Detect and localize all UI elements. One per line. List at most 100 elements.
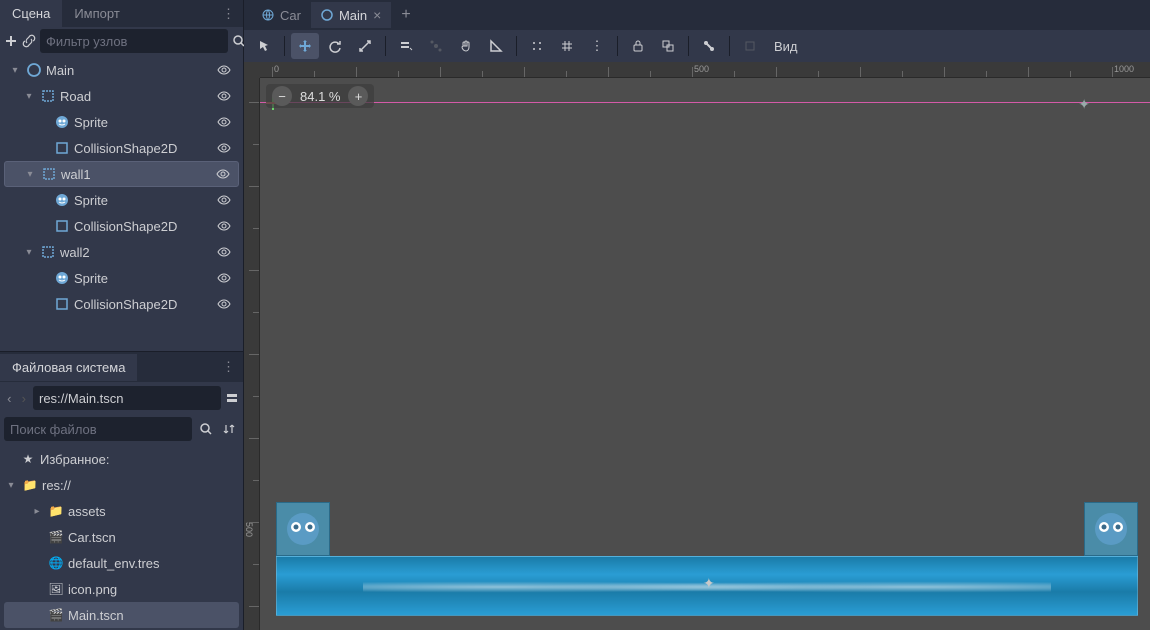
visibility-toggle[interactable]	[217, 141, 239, 155]
tree-node-collisionshape2d[interactable]: CollisionShape2D	[4, 135, 239, 161]
visibility-toggle[interactable]	[217, 89, 239, 103]
tree-node-wall1[interactable]: ▾ wall1	[4, 161, 239, 187]
select-mode-button[interactable]	[250, 33, 278, 59]
fs-item-icon-png[interactable]: 🖼icon.png	[4, 576, 239, 602]
node-label: Sprite	[74, 271, 217, 286]
guide-line[interactable]	[260, 102, 1150, 103]
filter-nodes-input[interactable]	[40, 29, 228, 53]
expand-toggle[interactable]: ▾	[23, 169, 37, 180]
godot-icon	[283, 509, 323, 549]
search-files-input[interactable]	[4, 417, 192, 441]
expand-toggle[interactable]: ▾	[22, 247, 36, 258]
snap-options-button[interactable]: ⋮	[583, 33, 611, 59]
ruler-label: 0	[274, 64, 279, 74]
lock-select-button[interactable]	[422, 33, 450, 59]
group-button[interactable]	[654, 33, 682, 59]
add-scene-tab[interactable]: +	[391, 2, 420, 28]
zoom-level[interactable]: 84.1 %	[300, 89, 340, 104]
expand-toggle[interactable]: ▾	[8, 65, 22, 76]
list-select-button[interactable]	[392, 33, 420, 59]
ruler-mode-button[interactable]	[482, 33, 510, 59]
tree-node-collisionshape2d[interactable]: CollisionShape2D	[4, 213, 239, 239]
ruler-horizontal[interactable]: 0 500 1000	[260, 62, 1150, 78]
filesystem-menu-icon[interactable]: ⋮	[214, 359, 243, 375]
pan-mode-button[interactable]	[452, 33, 480, 59]
expand-toggle[interactable]: ▾	[4, 480, 18, 491]
scene-tab-car[interactable]: Car	[252, 3, 311, 28]
wall2-sprite[interactable]	[1084, 502, 1138, 556]
move-mode-button[interactable]	[291, 33, 319, 59]
tree-node-main[interactable]: ▾ Main	[4, 57, 239, 83]
ruler-label: 1000	[1114, 64, 1134, 74]
tree-node-road[interactable]: ▾Road	[4, 83, 239, 109]
search-files-icon[interactable]	[196, 416, 216, 442]
panel-menu-icon[interactable]: ⋮	[214, 6, 243, 22]
godot-icon	[1091, 509, 1131, 549]
ruler-vertical[interactable]: 500	[244, 78, 260, 630]
tree-node-wall2[interactable]: ▾wall2	[4, 239, 239, 265]
close-tab-icon[interactable]: ×	[373, 7, 381, 23]
grid-snap-button[interactable]	[553, 33, 581, 59]
expand-toggle[interactable]: ▸	[30, 506, 44, 517]
fs-item-label: icon.png	[68, 582, 117, 597]
link-node-button[interactable]	[22, 28, 36, 54]
view-menu[interactable]: Вид	[766, 39, 806, 54]
tab-import[interactable]: Импорт	[62, 0, 131, 27]
visibility-toggle[interactable]	[216, 167, 238, 181]
node-label: CollisionShape2D	[74, 297, 217, 312]
zoom-in-button[interactable]: +	[348, 86, 368, 106]
fs-item-assets[interactable]: ▸📁assets	[4, 498, 239, 524]
node-label: CollisionShape2D	[74, 141, 217, 156]
visibility-toggle[interactable]	[217, 193, 239, 207]
visibility-toggle[interactable]	[217, 219, 239, 233]
static-icon	[40, 244, 56, 260]
lock-button[interactable]	[624, 33, 652, 59]
viewport[interactable]: 0 500 1000 500 − 84.1 % + ✦ ✦	[244, 62, 1150, 630]
transform-handle[interactable]: ✦	[1078, 96, 1090, 113]
bone-button[interactable]	[695, 33, 723, 59]
road-sprite[interactable]: ✦	[276, 556, 1138, 616]
visibility-toggle[interactable]	[217, 115, 239, 129]
folder-icon: 📁	[22, 477, 38, 493]
sort-files-button[interactable]	[220, 416, 240, 442]
node-label: wall1	[61, 167, 216, 182]
wall1-sprite[interactable]	[276, 502, 330, 556]
node2d-icon	[321, 9, 333, 21]
tree-node-sprite[interactable]: Sprite	[4, 109, 239, 135]
path-forward-button[interactable]: ›	[19, 386, 30, 410]
road-center-handle[interactable]: ✦	[703, 575, 715, 592]
fs-item-main-tscn[interactable]: 🎬Main.tscn	[4, 602, 239, 628]
scene-tab-main[interactable]: Main ×	[311, 2, 391, 28]
path-back-button[interactable]: ‹	[4, 386, 15, 410]
fs-item-car-tscn[interactable]: 🎬Car.tscn	[4, 524, 239, 550]
static-icon	[40, 88, 56, 104]
res-root-row[interactable]: ▾ 📁 res://	[4, 472, 239, 498]
visibility-toggle[interactable]	[217, 245, 239, 259]
visibility-toggle[interactable]	[217, 271, 239, 285]
tree-node-sprite[interactable]: Sprite	[4, 265, 239, 291]
res-root-label: res://	[42, 478, 71, 493]
expand-toggle[interactable]: ▾	[22, 91, 36, 102]
fs-item-default_env-tres[interactable]: 🌐default_env.tres	[4, 550, 239, 576]
tab-main-label: Main	[339, 8, 367, 23]
scene-tree[interactable]: ▾Main▾RoadSpriteCollisionShape2D▾wall1Sp…	[0, 55, 243, 351]
tree-node-sprite[interactable]: Sprite	[4, 187, 239, 213]
canvas-area[interactable]: − 84.1 % + ✦ ✦	[260, 78, 1150, 630]
path-input[interactable]	[33, 386, 221, 410]
path-view-button[interactable]	[225, 386, 239, 410]
node-label: Main	[46, 63, 217, 78]
tab-scene[interactable]: Сцена	[0, 0, 62, 27]
visibility-toggle[interactable]	[217, 63, 239, 77]
visibility-toggle[interactable]	[217, 297, 239, 311]
filesystem-tree[interactable]: ★ Избранное: ▾ 📁 res:// ▸📁assets🎬Car.tsc…	[0, 444, 243, 630]
snap-toggle-button[interactable]	[523, 33, 551, 59]
viewport-toolbar: ⋮ Вид	[244, 30, 1150, 62]
zoom-out-button[interactable]: −	[272, 86, 292, 106]
anchor-button[interactable]	[736, 33, 764, 59]
favorites-row[interactable]: ★ Избранное:	[4, 446, 239, 472]
tree-node-collisionshape2d[interactable]: CollisionShape2D	[4, 291, 239, 317]
scale-mode-button[interactable]	[351, 33, 379, 59]
sprite-icon	[54, 114, 70, 130]
add-node-button[interactable]	[4, 28, 18, 54]
rotate-mode-button[interactable]	[321, 33, 349, 59]
